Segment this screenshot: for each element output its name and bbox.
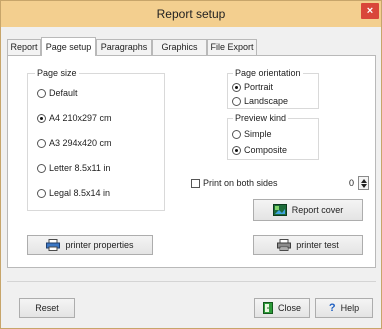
radio-legal-indicator[interactable] [37,188,46,198]
report-cover-label: Report cover [291,205,344,215]
radio-portrait-indicator[interactable] [232,82,241,92]
printer-properties-icon [46,239,61,251]
radio-composite-indicator[interactable] [232,145,241,155]
radio-a4-label: A4 210x297 cm [49,113,112,123]
print-both-sides-label: Print on both sides [203,178,278,188]
radio-composite[interactable]: Composite [232,144,287,156]
radio-default[interactable]: Default [37,87,78,99]
tab-page-setup[interactable]: Page setup [41,37,96,56]
radio-default-indicator[interactable] [37,88,46,98]
radio-letter[interactable]: Letter 8.5x11 in [37,162,110,174]
preview-kind-label: Preview kind [233,113,289,123]
print-both-sides-box[interactable] [191,178,200,188]
radio-a4[interactable]: A4 210x297 cm [37,112,112,124]
printer-test-icon [277,239,292,251]
radio-composite-label: Composite [244,145,288,155]
radio-landscape-label: Landscape [244,96,289,106]
tab-file-export[interactable]: File Export [207,39,257,55]
tab-report[interactable]: Report [7,39,41,55]
help-label: Help [340,303,360,313]
title-bar[interactable]: Report setup × [1,1,381,27]
printer-properties-button[interactable]: printer properties [27,235,153,255]
radio-legal-label: Legal 8.5x14 in [49,188,111,198]
radio-simple-indicator[interactable] [232,129,241,139]
tab-paragraphs[interactable]: Paragraphs [96,39,152,55]
close-button[interactable]: Close [254,298,310,318]
close-window-button[interactable]: × [361,3,379,19]
help-button[interactable]: ? Help [315,298,373,318]
report-setup-dialog: Report setup × Report Page setup Paragra… [0,0,382,329]
report-cover-icon [272,204,287,216]
radio-legal[interactable]: Legal 8.5x14 in [37,187,110,199]
radio-simple[interactable]: Simple [232,128,272,140]
reset-button[interactable]: Reset [19,298,75,318]
printer-test-button[interactable]: printer test [253,235,363,255]
help-icon: ? [328,302,336,314]
radio-landscape[interactable]: Landscape [232,95,288,107]
spinner-buttons[interactable] [358,176,370,190]
page-size-label: Page size [35,68,79,78]
printer-test-label: printer test [296,240,339,250]
spin-up-icon[interactable] [360,178,367,183]
window-title: Report setup [156,7,226,21]
reset-label: Reset [35,303,59,313]
radio-a3-label: A3 294x420 cm [49,138,112,148]
printer-properties-label: printer properties [65,240,134,250]
spin-down-icon[interactable] [360,183,367,188]
radio-default-label: Default [49,88,78,98]
radio-simple-label: Simple [244,129,272,139]
tab-graphics[interactable]: Graphics etc. [152,39,207,66]
close-door-icon [262,302,273,314]
radio-a4-indicator[interactable] [37,113,46,123]
radio-a3-indicator[interactable] [37,138,46,148]
radio-portrait[interactable]: Portrait [232,81,273,93]
radio-a3[interactable]: A3 294x420 cm [37,137,112,149]
print-both-sides-checkbox[interactable]: Print on both sides [191,177,278,189]
report-cover-button[interactable]: Report cover [253,199,363,221]
orientation-label: Page orientation [233,68,303,78]
radio-portrait-label: Portrait [244,82,274,92]
close-label: Close [277,303,301,313]
radio-letter-indicator[interactable] [37,163,46,173]
radio-landscape-indicator[interactable] [232,96,241,106]
copies-spinner[interactable]: 0 [349,176,370,190]
radio-letter-label: Letter 8.5x11 in [49,163,111,173]
footer-divider [7,281,376,282]
spinner-value: 0 [349,178,355,188]
